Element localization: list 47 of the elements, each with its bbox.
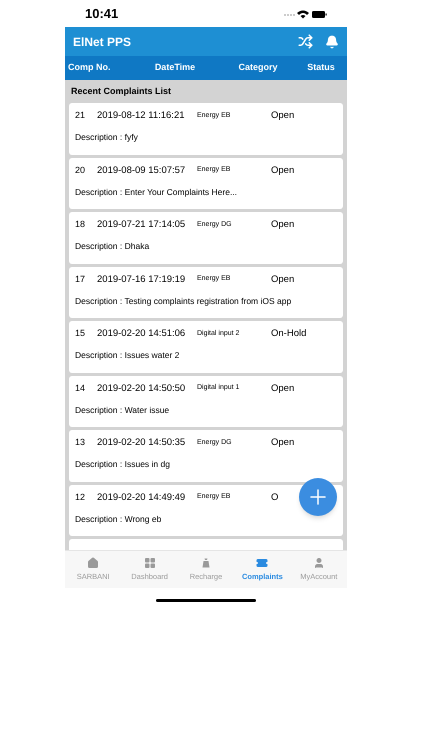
- list-title: Recent Complaints List: [70, 84, 172, 98]
- complaint-number: 12: [75, 490, 86, 504]
- complaint-status: O: [271, 490, 278, 504]
- complaint-description: Description : fyfy: [75, 131, 139, 144]
- complaint-description: Description : Wrong eb: [75, 512, 162, 526]
- complaint-status: Open: [271, 218, 294, 232]
- complaint-number: 20: [75, 164, 86, 177]
- complaint-description: Description : Water issue: [75, 404, 170, 416]
- complaint-status: Open: [271, 272, 294, 286]
- weight-icon: [200, 556, 212, 569]
- shuffle-icon[interactable]: [298, 34, 313, 49]
- complaint-status: Open: [271, 382, 294, 396]
- complaint-datetime: 2019-07-21 17:14:05: [97, 218, 186, 232]
- house-icon: [87, 556, 100, 569]
- complaint-datetime: 2019-02-20 14:51:06: [97, 327, 186, 341]
- complaint-status: Open: [271, 164, 294, 178]
- complaint-description: Description : Issues in dg: [75, 458, 171, 471]
- complaint-number: 18: [75, 218, 86, 232]
- complaint-description: Description : Testing complaints registration from iOS app: [75, 294, 292, 308]
- complaint-number: 17: [75, 272, 86, 286]
- app-title: ElNet PPS: [73, 34, 132, 50]
- complaint-datetime: 2019-02-20 14:50:35: [97, 436, 186, 450]
- complaint-datetime: 2019-02-20 14:49:49: [97, 490, 186, 504]
- complaint-description: Description : Dhaka: [75, 240, 150, 253]
- complaint-datetime: 2019-08-09 15:07:57: [97, 164, 186, 178]
- status-icons: [283, 8, 327, 18]
- bell-icon[interactable]: [325, 34, 339, 48]
- column-heading: Status: [306, 61, 336, 74]
- person-icon: [312, 556, 325, 569]
- column-heading: Category: [237, 61, 278, 74]
- complaint-number: 14: [75, 382, 86, 395]
- complaint-status: On-Hold: [271, 327, 306, 341]
- complaint-description: Description : Issues water 2: [75, 349, 180, 362]
- complaint-datetime: 2019-08-12 11:16:21: [97, 109, 186, 123]
- column-heading: Comp No.: [68, 61, 112, 74]
- grid-icon: [144, 556, 156, 569]
- complaint-datetime: 2019-02-20 14:50:50: [97, 382, 186, 396]
- complaint-status: Open: [271, 436, 294, 450]
- status-time: 10:41: [85, 4, 118, 23]
- complaint-description: Description : Enter Your Complaints Here...: [75, 186, 238, 198]
- complaint-datetime: 2019-07-16 17:19:19: [97, 272, 186, 286]
- complaint-status: Open: [271, 109, 294, 123]
- ticket-icon: [256, 556, 268, 569]
- complaint-number: 15: [75, 327, 86, 340]
- complaint-number: 13: [75, 436, 86, 450]
- complaint-number: 21: [75, 109, 86, 122]
- column-heading: DateTime: [154, 61, 196, 74]
